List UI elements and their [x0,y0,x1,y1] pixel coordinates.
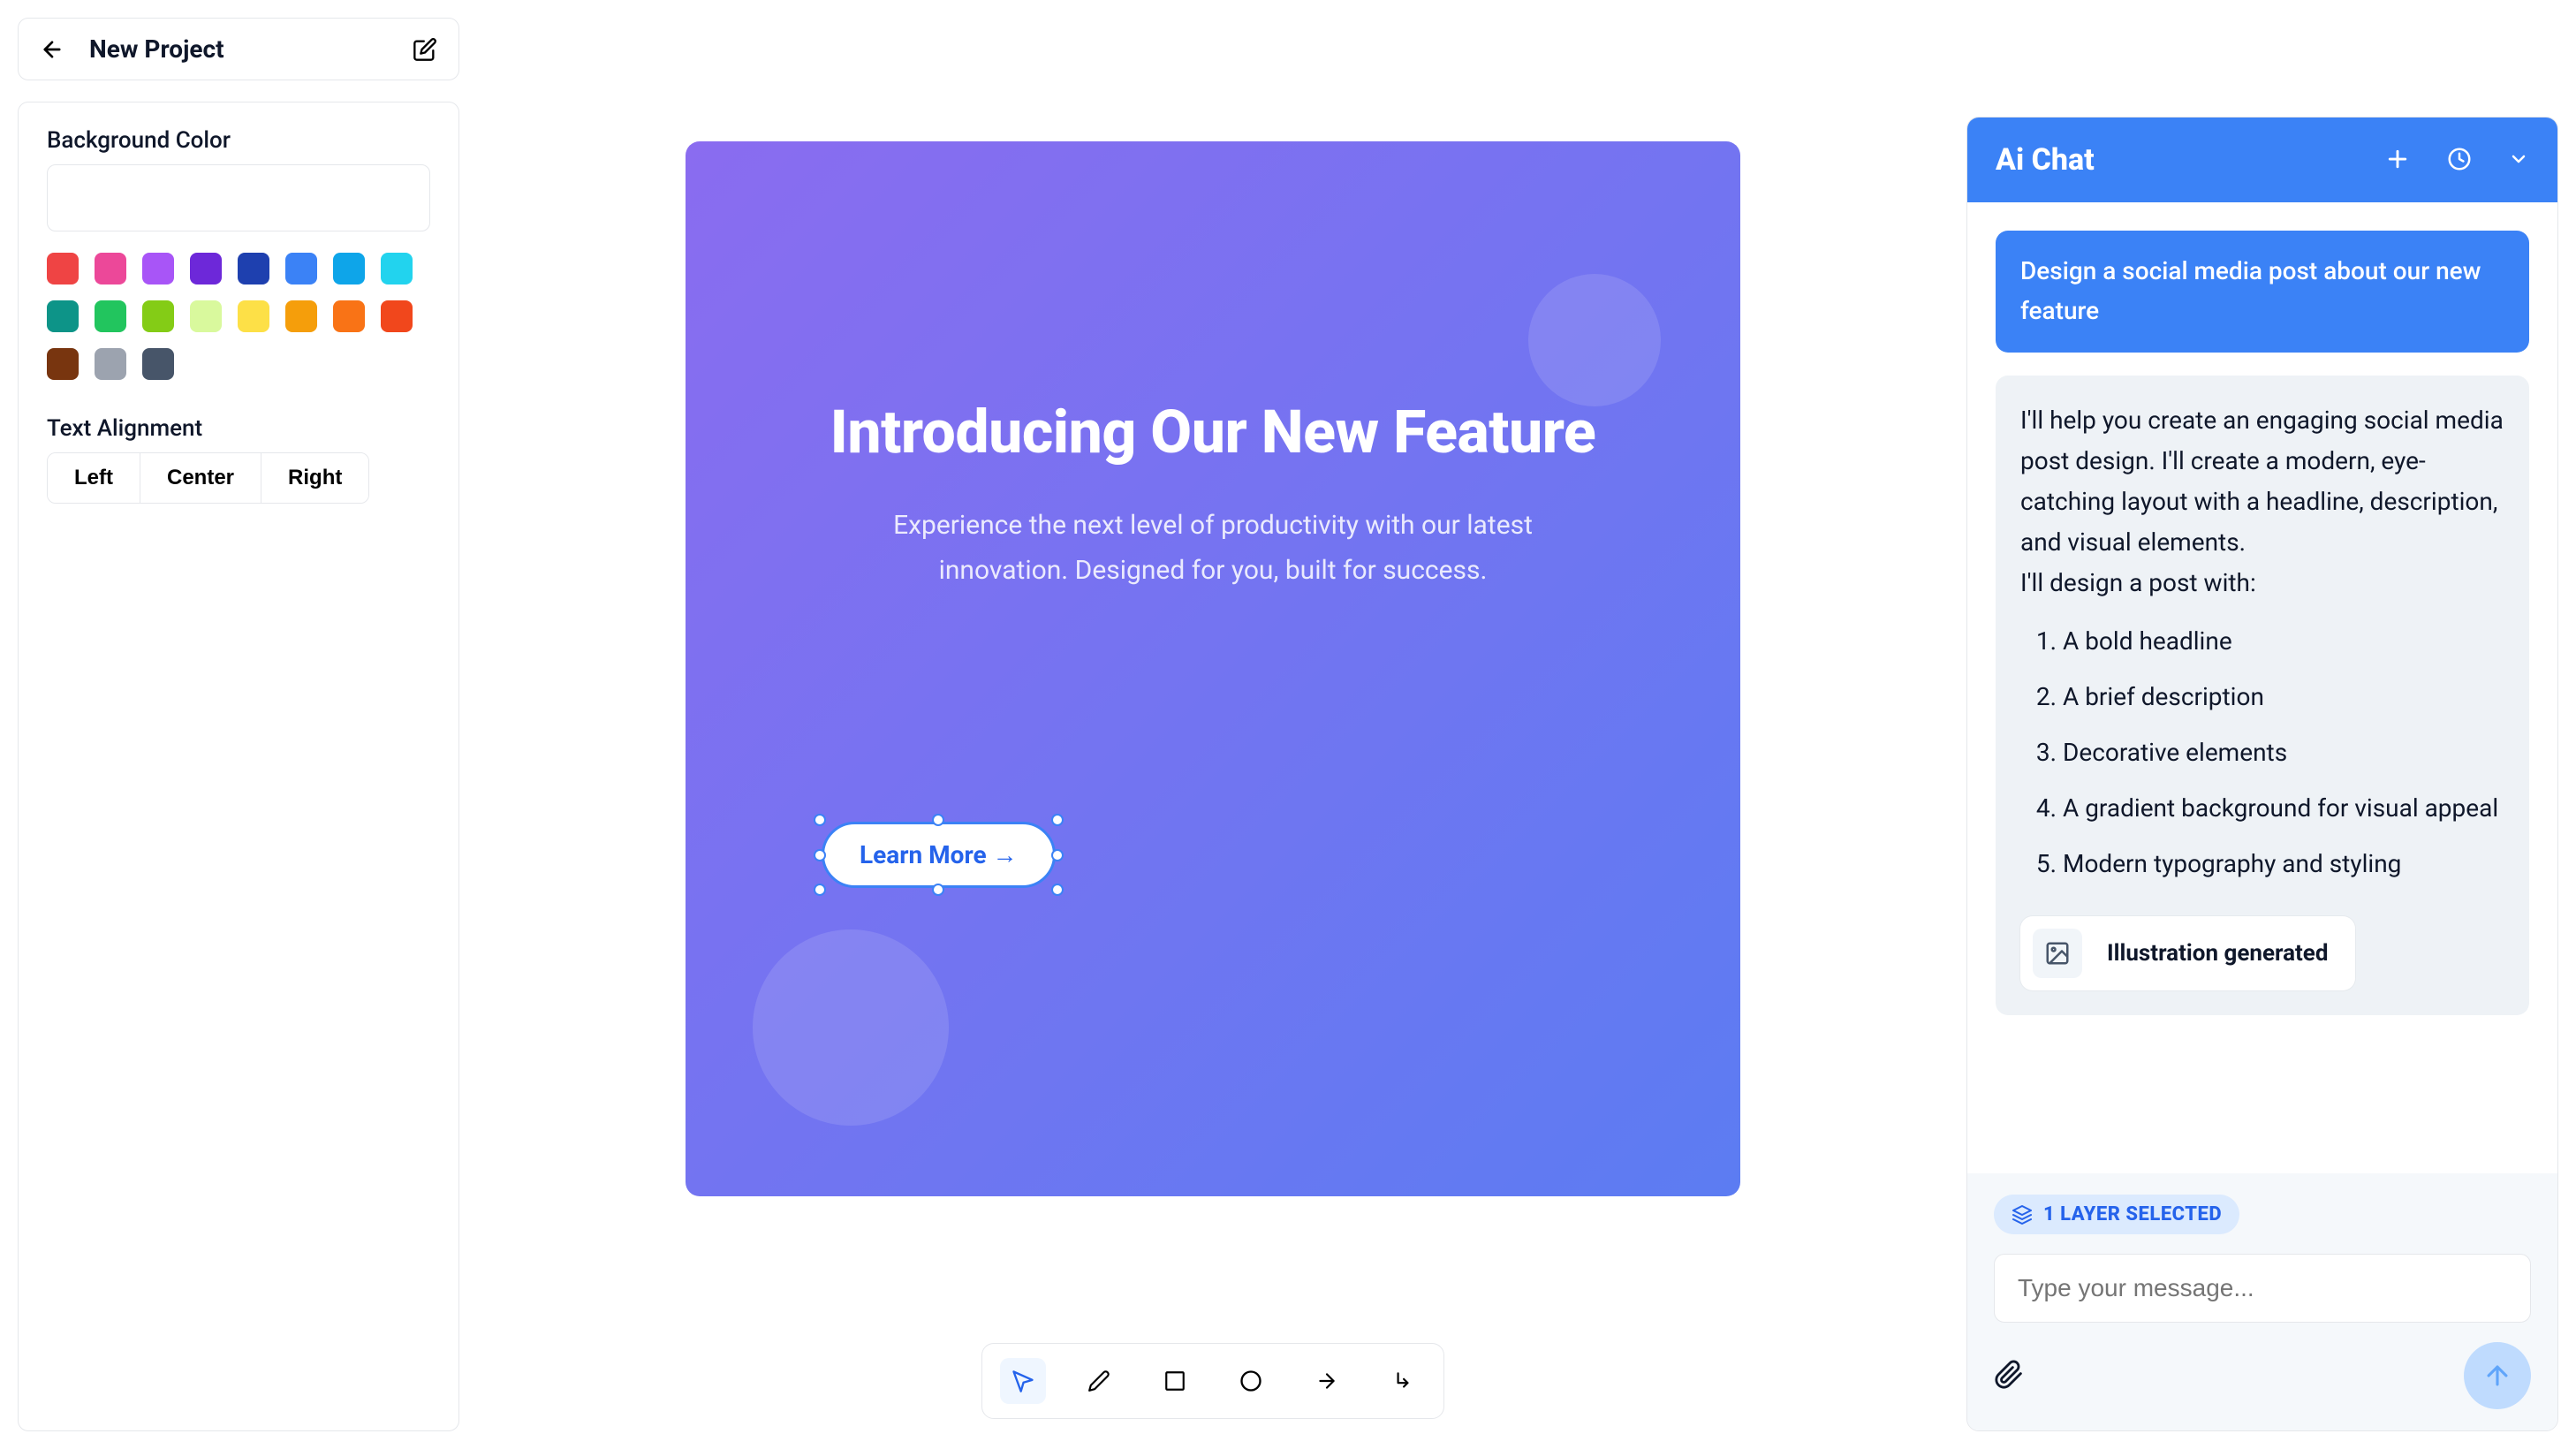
new-chat-button[interactable] [2384,146,2411,175]
cta-button[interactable]: Learn More → [822,822,1056,888]
collapse-chat-button[interactable] [2508,148,2529,172]
resize-handle[interactable] [932,884,944,896]
send-button[interactable] [2464,1342,2531,1409]
ai-message-list: A bold headlineA brief descriptionDecora… [2063,613,2504,891]
align-center-button[interactable]: Center [140,453,261,503]
chat-title: Ai Chat [1996,142,2095,178]
color-swatch[interactable] [95,253,126,284]
color-swatch[interactable] [333,300,365,332]
resize-handle[interactable] [814,849,826,861]
chat-messages: Design a social media post about our new… [1967,202,2557,1173]
color-swatch[interactable] [95,300,126,332]
color-swatch[interactable] [47,348,79,380]
ai-message: I'll help you create an engaging social … [1996,376,2529,1015]
background-color-input[interactable] [47,164,430,231]
color-swatch[interactable] [238,253,269,284]
color-swatch[interactable] [47,253,79,284]
align-left-button[interactable]: Left [48,453,140,503]
text-alignment-label: Text Alignment [47,415,430,442]
color-swatch[interactable] [142,348,174,380]
generation-result[interactable]: Illustration generated [2020,916,2355,990]
tool-toolbar [981,1343,1444,1419]
color-swatch[interactable] [333,253,365,284]
decorative-circle [753,929,949,1126]
image-icon [2033,929,2082,978]
ai-list-item: A bold headline [2063,613,2504,669]
background-color-label: Background Color [47,127,430,154]
layer-selected-badge[interactable]: 1 LAYER SELECTED [1994,1195,2239,1234]
generation-label: Illustration generated [2107,940,2329,967]
color-swatch-grid [47,253,430,380]
color-swatch[interactable] [285,253,317,284]
resize-handle[interactable] [1051,884,1064,896]
resize-handle[interactable] [1051,814,1064,826]
layer-badge-text: 1 LAYER SELECTED [2043,1203,2222,1225]
ai-message-text: I'll design a post with: [2020,563,2504,603]
chat-history-button[interactable] [2446,146,2473,175]
align-right-button[interactable]: Right [261,453,368,503]
cursor-tool[interactable] [1000,1358,1046,1404]
ai-list-item: A brief description [2063,669,2504,724]
color-swatch[interactable] [142,253,174,284]
selected-element[interactable]: Learn More → [822,822,1056,888]
chat-footer: 1 LAYER SELECTED [1967,1173,2557,1430]
color-swatch[interactable] [142,300,174,332]
chat-input[interactable] [1994,1254,2531,1323]
canvas-subheadline[interactable]: Experience the next level of productivit… [833,503,1593,593]
decorative-circle [1528,274,1661,406]
project-header: New Project [18,18,459,80]
color-swatch[interactable] [190,300,222,332]
color-swatch[interactable] [381,253,413,284]
color-swatch[interactable] [238,300,269,332]
edit-title-button[interactable] [413,37,437,62]
properties-panel: Background Color Text Alignment Left Cen… [18,102,459,1431]
ai-list-item: Decorative elements [2063,724,2504,780]
resize-handle[interactable] [932,814,944,826]
ai-list-item: A gradient background for visual appeal [2063,780,2504,836]
arrow-tool[interactable] [1304,1358,1350,1404]
resize-handle[interactable] [1051,849,1064,861]
color-swatch[interactable] [285,300,317,332]
attach-button[interactable] [1994,1360,2024,1392]
project-title: New Project [89,34,224,64]
resize-handle[interactable] [814,884,826,896]
chat-header: Ai Chat [1967,118,2557,202]
canvas[interactable]: Introducing Our New Feature Experience t… [686,141,1740,1196]
ai-message-text: I'll help you create an engaging social … [2020,400,2504,564]
color-swatch[interactable] [95,348,126,380]
canvas-headline[interactable]: Introducing Our New Feature [791,389,1634,476]
color-swatch[interactable] [47,300,79,332]
pencil-tool[interactable] [1076,1358,1122,1404]
chat-panel: Ai Chat Design a social media post about… [1966,117,2558,1431]
circle-tool[interactable] [1228,1358,1274,1404]
resize-handle[interactable] [814,814,826,826]
color-swatch[interactable] [381,300,413,332]
layers-icon [2012,1204,2033,1225]
color-swatch[interactable] [190,253,222,284]
ai-list-item: Modern typography and styling [2063,836,2504,891]
elbow-arrow-tool[interactable] [1380,1358,1426,1404]
back-button[interactable] [40,37,64,62]
text-alignment-group: Left Center Right [47,452,369,504]
rectangle-tool[interactable] [1152,1358,1198,1404]
user-message: Design a social media post about our new… [1996,231,2529,353]
